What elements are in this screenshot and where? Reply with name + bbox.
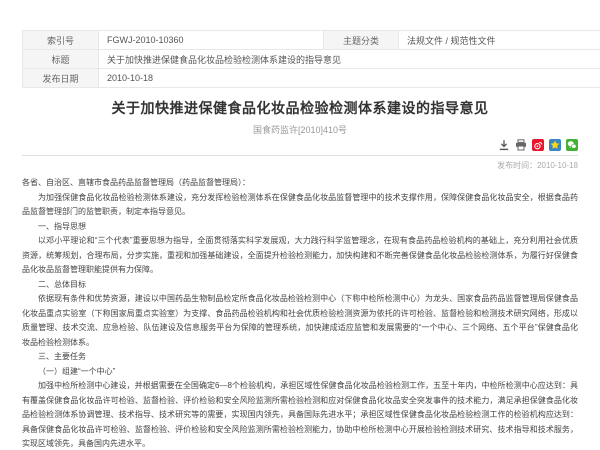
document-number: 国食药监许[2010]410号 [22,123,578,136]
date-value: 2010-10-18 [99,69,600,88]
section-1-paragraph: 以邓小平理论和“三个代表”重要思想为指导，全面贯彻落实科学发展观，大力践行科学监… [22,234,578,278]
page-title: 关于加快推进保健食品化妆品检验检测体系建设的指导意见 [22,98,578,118]
weibo-share-icon[interactable] [532,139,544,151]
divider [22,155,578,156]
date-label: 发布日期 [23,69,99,88]
title-label: 标题 [23,50,99,69]
wechat-share-icon[interactable] [566,139,578,151]
article-body: 各省、自治区、直辖市食品药品监督管理局（药品监督管理局）： 为加强保健食品化妆品… [22,176,578,450]
category-label: 主题分类 [324,31,399,50]
subsection-heading: （一）组建“一个中心” [22,365,578,380]
title-value: 关于加快推进保健食品化妆品检验检测体系建设的指导意见 [99,50,600,69]
download-icon[interactable] [498,139,510,151]
section-3-paragraph: 加强中检所检测中心建设，并根据需要在全国确定6—8个检验机构，承担区域性保健食品… [22,379,578,450]
index-label: 索引号 [23,31,99,50]
section-2-paragraph: 依据现有条件和优势资源，建设以中国药品生物制品检定所食品化妆品检验检测中心（下称… [22,292,578,350]
document-meta-table: 索引号 FGWJ-2010-10360 主题分类 法规文件 / 规范性文件 标题… [22,30,600,88]
publish-time: 发布时间：2010-10-18 [497,160,578,171]
print-icon[interactable] [515,139,527,151]
section-heading-3: 三、主要任务 [22,350,578,365]
section-heading-2: 二、总体目标 [22,278,578,293]
qzone-share-icon[interactable] [549,139,561,151]
salutation-paragraph: 各省、自治区、直辖市食品药品监督管理局（药品监督管理局）： [22,176,578,191]
index-value: FGWJ-2010-10360 [99,31,324,50]
table-row: 发布日期 2010-10-18 [23,69,600,88]
document-page: 索引号 FGWJ-2010-10360 主题分类 法规文件 / 规范性文件 标题… [0,0,600,450]
table-row: 标题 关于加快推进保健食品化妆品检验检测体系建设的指导意见 [23,50,600,69]
section-heading-1: 一、指导思想 [22,220,578,235]
table-row: 索引号 FGWJ-2010-10360 主题分类 法规文件 / 规范性文件 [23,31,600,50]
intro-paragraph: 为加强保健食品化妆品检验检测体系建设，充分发挥检验检测体系在保健食品化妆品监督管… [22,191,578,220]
article-toolbar [498,139,578,151]
category-value: 法规文件 / 规范性文件 [399,31,600,50]
